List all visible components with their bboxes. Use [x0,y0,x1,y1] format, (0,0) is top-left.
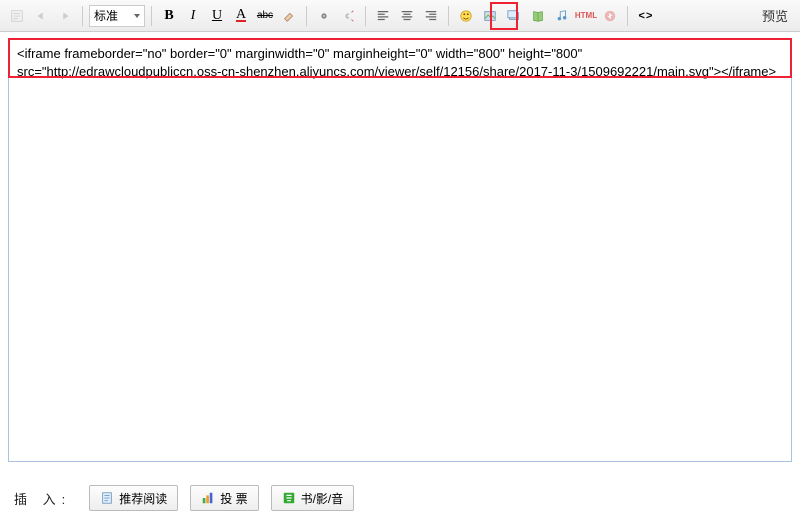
footer-bar: 插 入: 推荐阅读 投 票 书/影/音 [0,467,800,529]
book-media-label: 书/影/音 [301,490,344,507]
font-color-icon: A [236,10,246,22]
undo-icon[interactable] [30,5,52,27]
align-right-button[interactable] [420,5,442,27]
emoji-icon [459,9,473,23]
font-size-select[interactable]: 标准 [89,5,145,27]
recommend-label: 推荐阅读 [119,490,167,507]
insert-label: 插 入: [14,489,71,508]
font-size-label: 标准 [94,7,118,24]
italic-icon: I [191,8,196,24]
align-left-button[interactable] [372,5,394,27]
music-icon [555,9,569,23]
font-color-button[interactable]: A [230,5,252,27]
flash-button[interactable] [599,5,621,27]
highlight-code-button [490,2,518,30]
book-button[interactable] [527,5,549,27]
unlink-button[interactable] [337,5,359,27]
recommend-read-button[interactable]: 推荐阅读 [89,485,178,511]
eraser-icon [282,9,296,23]
strike-icon: abc [257,10,273,21]
source-icon[interactable] [6,5,28,27]
flash-icon [603,9,617,23]
bold-button[interactable]: B [158,5,180,27]
code-button[interactable]: < > [634,5,656,27]
align-left-icon [376,9,390,23]
unlink-icon [341,9,355,23]
align-center-button[interactable] [396,5,418,27]
code-icon: < > [639,10,652,22]
clear-format-button[interactable] [278,5,300,27]
align-right-icon [424,9,438,23]
html-button[interactable]: HTML [575,5,597,27]
chevron-down-icon [134,14,140,18]
dou-icon [282,491,296,505]
editor-toolbar: 标准 B I U A abc HTML < > 预览 [0,0,800,32]
underline-button[interactable]: U [206,5,228,27]
vote-button[interactable]: 投 票 [190,485,258,511]
chart-icon [201,491,215,505]
preview-link[interactable]: 预览 [762,6,788,25]
source-editor[interactable] [8,38,792,462]
editor-container [0,32,800,467]
link-button[interactable] [313,5,335,27]
emoji-button[interactable] [455,5,477,27]
align-center-icon [400,9,414,23]
underline-icon: U [212,8,222,24]
doc-icon [100,491,114,505]
strike-button[interactable]: abc [254,5,276,27]
book-media-button[interactable]: 书/影/音 [271,485,355,511]
book-icon [531,9,545,23]
redo-icon[interactable] [54,5,76,27]
bold-icon: B [164,8,173,24]
italic-button[interactable]: I [182,5,204,27]
link-icon [317,9,331,23]
vote-label: 投 票 [220,490,247,507]
music-button[interactable] [551,5,573,27]
html-icon: HTML [575,11,597,20]
